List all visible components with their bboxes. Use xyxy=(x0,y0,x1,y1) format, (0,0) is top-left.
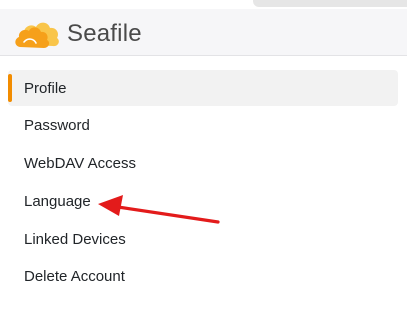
menu-item-profile[interactable]: Profile xyxy=(8,70,398,106)
app-header: Seafile xyxy=(0,9,407,56)
brand-name: Seafile xyxy=(67,20,142,47)
browser-tab-edge xyxy=(253,0,407,7)
menu-item-label: Language xyxy=(24,192,91,210)
menu-item-label: WebDAV Access xyxy=(24,155,136,173)
menu-item-label: Password xyxy=(24,117,90,135)
settings-side-menu: Profile Password WebDAV Access Language … xyxy=(8,70,398,297)
seafile-logo[interactable]: Seafile xyxy=(14,17,142,51)
menu-item-linked-devices[interactable]: Linked Devices xyxy=(8,221,398,257)
menu-item-label: Linked Devices xyxy=(24,230,126,248)
menu-item-label: Profile xyxy=(24,79,67,97)
seafile-cloud-logo-icon xyxy=(14,17,64,51)
menu-item-language[interactable]: Language xyxy=(8,183,398,219)
menu-item-webdav-access[interactable]: WebDAV Access xyxy=(8,146,398,182)
menu-item-delete-account[interactable]: Delete Account xyxy=(8,259,398,295)
menu-item-label: Delete Account xyxy=(24,268,125,286)
menu-item-password[interactable]: Password xyxy=(8,108,398,144)
settings-window: Seafile Profile Password WebDAV Access L… xyxy=(0,0,407,313)
top-strip xyxy=(0,0,407,9)
